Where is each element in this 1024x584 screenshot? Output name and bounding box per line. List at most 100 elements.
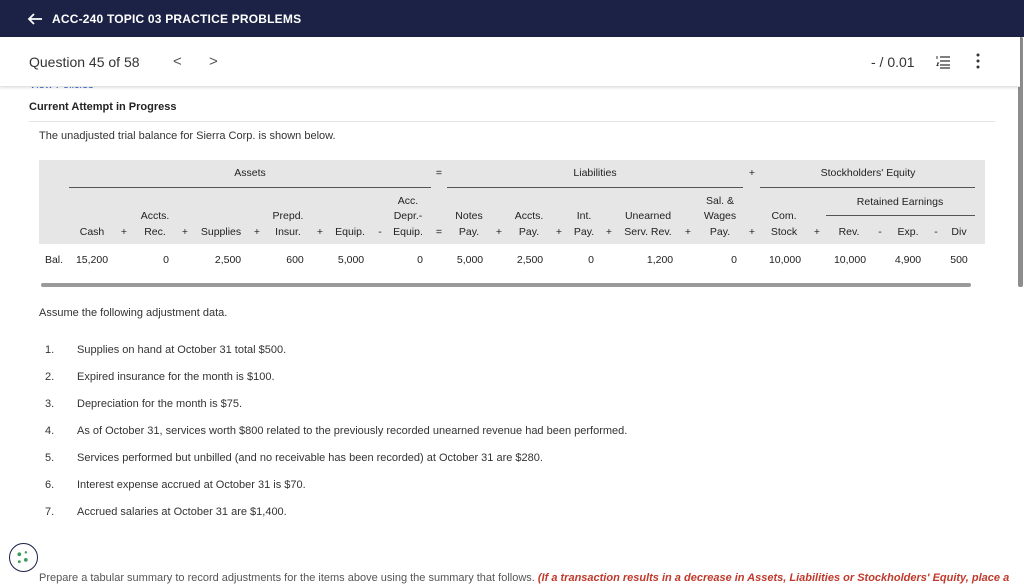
bal-sal-wages-pay: 0 bbox=[731, 254, 737, 266]
op-plus: + bbox=[253, 226, 261, 238]
retained-earnings-underline bbox=[826, 215, 975, 216]
next-question-button[interactable]: > bbox=[209, 53, 218, 70]
col-accts-rec-line2: Rec. bbox=[144, 226, 166, 238]
instructions-text: Prepare a tabular summary to record adju… bbox=[39, 572, 1009, 584]
col-com-line2: Stock bbox=[770, 226, 798, 238]
col-accdepr-line2: Depr.- bbox=[393, 210, 423, 222]
adjustment-text: Accrued salaries at October 31 are $1,40… bbox=[77, 506, 287, 518]
retained-earnings-label: Retained Earnings bbox=[856, 196, 944, 208]
adjustment-text: Interest expense accrued at October 31 i… bbox=[77, 479, 306, 491]
col-com-line1: Com. bbox=[771, 210, 797, 222]
op-plus: + bbox=[684, 226, 692, 238]
bal-cash: 15,200 bbox=[75, 254, 109, 266]
assets-group-label: Assets bbox=[234, 167, 266, 179]
col-cash: Cash bbox=[79, 226, 105, 238]
adjustment-number: 1. bbox=[45, 344, 55, 356]
adjustment-number: 5. bbox=[45, 452, 55, 464]
op-plus: + bbox=[181, 226, 189, 238]
col-unearned-line1: Unearned bbox=[624, 210, 672, 222]
equity-underline bbox=[760, 187, 975, 188]
previous-question-button[interactable]: < bbox=[173, 53, 182, 70]
adjustment-number: 6. bbox=[45, 479, 55, 491]
col-accdepr-line3: Equip. bbox=[393, 226, 423, 238]
bal-int-pay: 0 bbox=[588, 254, 594, 266]
instructions-warning: (If a transaction results in a decrease … bbox=[537, 572, 1010, 584]
equity-group-label: Stockholders' Equity bbox=[820, 167, 916, 179]
adjustment-text: As of October 31, services worth $800 re… bbox=[77, 425, 628, 437]
col-notes-line1: Notes bbox=[455, 210, 483, 222]
liabilities-group-label: Liabilities bbox=[573, 167, 617, 179]
adjustment-number: 7. bbox=[45, 506, 55, 518]
bal-rev: 10,000 bbox=[833, 254, 867, 266]
bal-label: Bal. bbox=[44, 254, 64, 266]
col-int-line2: Pay. bbox=[573, 226, 595, 238]
col-sal-line1: Sal. & bbox=[705, 195, 735, 207]
more-options-icon[interactable] bbox=[975, 53, 981, 69]
op-equals: = bbox=[435, 226, 443, 238]
bal-div: 500 bbox=[950, 254, 968, 266]
col-int-line1: Int. bbox=[576, 210, 592, 222]
op-plus: + bbox=[605, 226, 613, 238]
adjustment-text: Services performed but unbilled (and no … bbox=[77, 452, 543, 464]
col-accts-pay-line1: Accts. bbox=[514, 210, 544, 222]
top-bar: ACC-240 TOPIC 03 PRACTICE PROBLEMS bbox=[0, 0, 1024, 37]
question-bar: Question 45 of 58 < > - / 0.01 bbox=[0, 37, 1020, 87]
trial-balance-header: Assets = Liabilities + Stockholders' Equ… bbox=[39, 160, 985, 244]
col-prepd-line1: Prepd. bbox=[272, 210, 304, 222]
back-arrow-icon[interactable] bbox=[26, 10, 44, 28]
score-display: - / 0.01 bbox=[871, 54, 915, 70]
assets-underline bbox=[69, 187, 431, 188]
balance-row: Bal. 15,200 0 2,500 600 5,000 0 5,000 2,… bbox=[39, 250, 985, 270]
col-notes-line2: Pay. bbox=[458, 226, 480, 238]
equals-sign: = bbox=[435, 167, 443, 179]
question-counter: Question 45 of 58 bbox=[29, 54, 140, 70]
op-minus: - bbox=[934, 226, 938, 238]
intro-text: The unadjusted trial balance for Sierra … bbox=[39, 130, 336, 142]
op-plus: + bbox=[748, 226, 756, 238]
adjustment-number: 2. bbox=[45, 371, 55, 383]
adjustment-text: Depreciation for the month is $75. bbox=[77, 398, 243, 410]
op-plus: + bbox=[813, 226, 821, 238]
col-accts-rec-line1: Accts. bbox=[140, 210, 170, 222]
liabilities-underline bbox=[447, 187, 743, 188]
op-plus: + bbox=[495, 226, 503, 238]
col-accts-pay-line2: Pay. bbox=[518, 226, 540, 238]
col-prepd-line2: Insur. bbox=[275, 226, 301, 238]
question-list-icon[interactable] bbox=[936, 55, 950, 69]
col-exp: Exp. bbox=[897, 226, 919, 238]
cookie-settings-icon[interactable] bbox=[9, 543, 38, 572]
adjustment-text: Expired insurance for the month is $100. bbox=[77, 371, 275, 383]
col-div: Div bbox=[951, 226, 967, 238]
bal-equip: 5,000 bbox=[337, 254, 365, 266]
course-title: ACC-240 TOPIC 03 PRACTICE PROBLEMS bbox=[52, 11, 302, 26]
attempt-status: Current Attempt in Progress bbox=[29, 101, 177, 113]
col-equip: Equip. bbox=[335, 226, 365, 238]
bal-notes-pay: 5,000 bbox=[456, 254, 484, 266]
adjustment-text: Supplies on hand at October 31 total $50… bbox=[77, 344, 287, 356]
op-plus: + bbox=[555, 226, 563, 238]
op-plus: + bbox=[120, 226, 128, 238]
bal-unearned-rev: 1,200 bbox=[646, 254, 674, 266]
bal-prepd-insur: 600 bbox=[286, 254, 304, 266]
op-minus: - bbox=[878, 226, 882, 238]
bal-accts-rec: 0 bbox=[163, 254, 169, 266]
op-minus: - bbox=[378, 226, 382, 238]
divider bbox=[29, 121, 995, 122]
bal-supplies: 2,500 bbox=[214, 254, 242, 266]
bal-com-stock: 10,000 bbox=[768, 254, 802, 266]
adjustment-number: 4. bbox=[45, 425, 55, 437]
col-sal-line3: Pay. bbox=[709, 226, 731, 238]
col-supplies: Supplies bbox=[200, 226, 242, 238]
bal-exp: 4,900 bbox=[894, 254, 922, 266]
col-accdepr-line1: Acc. bbox=[397, 195, 419, 207]
bal-accts-pay: 2,500 bbox=[516, 254, 544, 266]
instructions-main: Prepare a tabular summary to record adju… bbox=[39, 572, 538, 584]
col-sal-line2: Wages bbox=[703, 210, 737, 222]
assume-text: Assume the following adjustment data. bbox=[39, 307, 228, 319]
col-rev: Rev. bbox=[838, 226, 860, 238]
plus-sign: + bbox=[748, 167, 756, 179]
col-unearned-line2: Serv. Rev. bbox=[624, 226, 672, 238]
adjustment-number: 3. bbox=[45, 398, 55, 410]
op-plus: + bbox=[316, 226, 324, 238]
table-horizontal-scrollbar[interactable] bbox=[41, 283, 971, 287]
